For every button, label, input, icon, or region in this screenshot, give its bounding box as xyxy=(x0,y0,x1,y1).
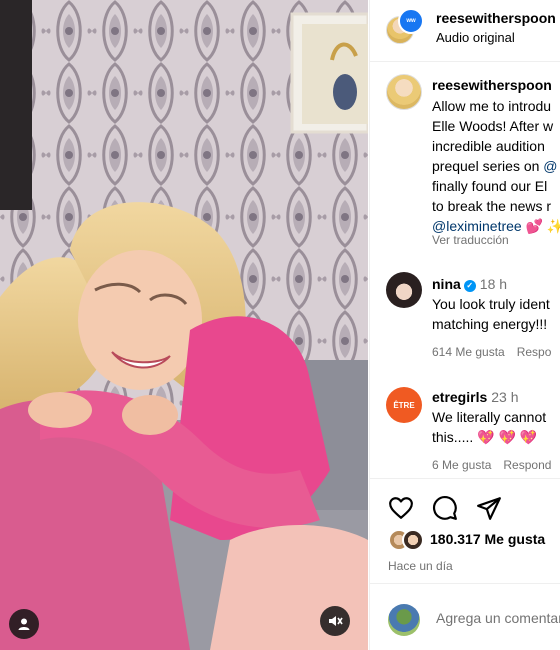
comment-text: this..... 💖 💖 💖 xyxy=(432,429,538,445)
mention-link[interactable]: @leximinetree xyxy=(432,218,522,234)
caption-line: Elle Woods! After w xyxy=(432,118,554,134)
comment-time: 23 h xyxy=(491,389,519,405)
story-badge: ww xyxy=(398,8,424,34)
tagged-users-button[interactable] xyxy=(9,609,39,639)
comment-time: 18 h xyxy=(479,276,508,292)
likes-count[interactable]: 180.317 Me gusta xyxy=(430,531,545,547)
caption-author-avatar[interactable] xyxy=(386,74,422,110)
viewer-avatar xyxy=(388,604,420,636)
post-sidebar: ww reesewitherspoon Audio original reese… xyxy=(369,0,560,650)
commenter-avatar[interactable] xyxy=(386,272,422,308)
post-photo xyxy=(0,0,368,650)
comment-text: You look truly ident xyxy=(432,296,550,312)
user-icon xyxy=(18,618,30,630)
comment-likes[interactable]: 6 Me gusta xyxy=(432,458,491,472)
post-date[interactable]: Hace un día xyxy=(388,559,453,573)
commenter-avatar[interactable]: ÊTRE xyxy=(386,387,422,423)
post-actions: 180.317 Me gusta Hace un día xyxy=(370,478,560,583)
post-header: ww reesewitherspoon Audio original xyxy=(370,0,560,62)
verified-icon: ✓ xyxy=(463,280,476,292)
caption-line-text: prequel series on xyxy=(432,158,544,174)
caption-line: incredible audition xyxy=(432,138,545,154)
reply-button[interactable]: Respond xyxy=(503,458,551,472)
comment-likes[interactable]: 614 Me gusta xyxy=(432,345,505,359)
commenter-name[interactable]: etregirls xyxy=(432,389,487,405)
caption-emoji: 💕 ✨ xyxy=(525,218,560,234)
caption-line: to break the news r xyxy=(432,198,552,214)
comment-composer xyxy=(370,583,560,650)
reply-button[interactable]: Respo xyxy=(517,345,552,359)
commenter-name[interactable]: nina xyxy=(432,276,461,292)
comment-text: matching energy!!! xyxy=(432,316,548,332)
share-icon[interactable] xyxy=(476,495,502,521)
mute-button[interactable] xyxy=(320,606,350,636)
comment-meta: 614 Me gusta Respo xyxy=(432,345,560,359)
comment-text: We literally cannot xyxy=(432,409,547,425)
mute-icon xyxy=(329,616,343,626)
caption-line: finally found our El xyxy=(432,178,548,194)
commenter-username[interactable]: etregirls 23 h xyxy=(432,389,519,405)
author-username[interactable]: reesewitherspoon xyxy=(436,10,556,26)
comment-meta: 6 Me gusta Respond xyxy=(432,458,560,472)
commenter-username[interactable]: nina ✓ 18 h xyxy=(432,276,507,292)
heart-icon[interactable] xyxy=(388,495,414,521)
caption-author-username[interactable]: reesewitherspoon xyxy=(432,77,552,93)
audio-link[interactable]: Audio original xyxy=(436,30,515,45)
caption-line: prequel series on @ xyxy=(432,156,558,176)
post-media[interactable] xyxy=(0,0,368,650)
liker-avatar xyxy=(402,529,424,551)
see-translation-link[interactable]: Ver traducción xyxy=(432,233,509,247)
prequel-mention-link[interactable]: @ xyxy=(543,158,557,174)
comment-input[interactable] xyxy=(436,610,560,626)
avatar-logo-text: ÊTRE xyxy=(393,400,415,410)
comment-icon[interactable] xyxy=(432,495,458,521)
caption-line: Allow me to introdu xyxy=(432,98,552,114)
